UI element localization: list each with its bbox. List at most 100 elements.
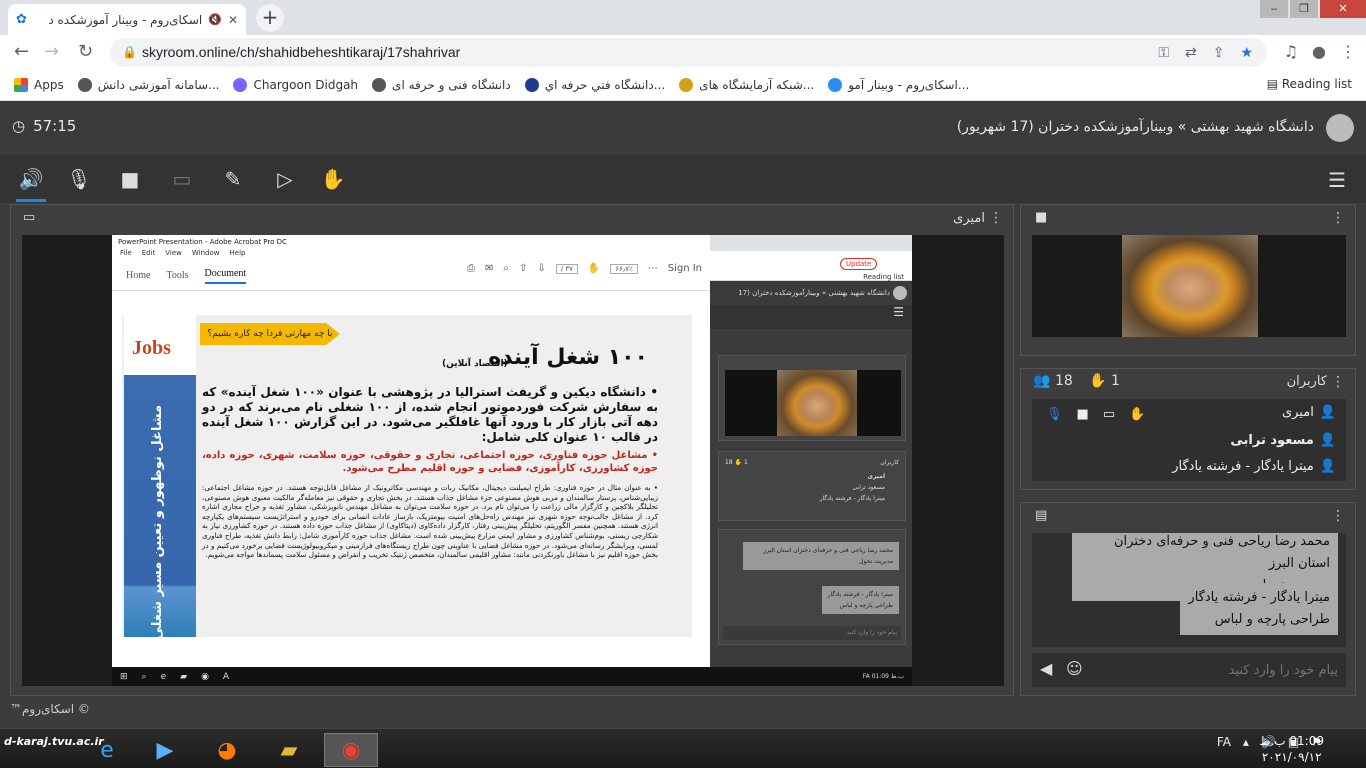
browser-toolbar: ← → ↻ 🔒 skyroom.online/ch/shahidbeheshti… bbox=[0, 35, 1366, 69]
bookmark-item[interactable]: Chargoon Didgah bbox=[233, 77, 358, 92]
browser-tab-strip: ✿ اسکای‌روم - وبینار آموزشکده د 🔇 ✕ + ‒ … bbox=[0, 0, 1366, 35]
user-icon: 👤 bbox=[1319, 433, 1336, 448]
microphone-muted-icon[interactable]: 🎙 bbox=[66, 167, 92, 191]
forward-arrow-icon[interactable]: → bbox=[44, 41, 59, 62]
skyroom-favicon-icon: ✿ bbox=[16, 11, 27, 27]
presenter-chat-box: محمد رضا ریاحی فنی و حرفه‌ای دختران استا… bbox=[718, 529, 906, 645]
presenter-menu-icon: ☰ bbox=[710, 305, 912, 329]
lab-network-icon bbox=[679, 77, 694, 92]
user-row[interactable]: 👤 مسعود ترابی bbox=[1230, 433, 1336, 448]
presenter-video bbox=[725, 370, 901, 436]
bookmark-item[interactable]: دانشگاه فني حرفه اي... bbox=[524, 77, 665, 92]
minimize-window-button[interactable]: ‒ bbox=[1260, 0, 1288, 18]
address-bar[interactable]: 🔒 skyroom.online/ch/shahidbeheshtikaraj/… bbox=[110, 38, 1267, 67]
pen-icon[interactable]: ✎ bbox=[220, 167, 246, 191]
bookmark-item[interactable]: سامانه آموزشی دانش... bbox=[77, 77, 219, 92]
slide-title: ۱۰۰ شغل آینده bbox=[488, 345, 648, 370]
ie-icon[interactable]: e bbox=[80, 733, 134, 767]
app-header: ◷ 57:15 دانشگاه شهید بهشتی » وبینارآموزش… bbox=[0, 101, 1366, 155]
users-panel: 👥 18 ✋ 1 کاربران ⋮ 👤 امیری 🎙 ■ ▭ ✋ 👤 مسع… bbox=[1020, 368, 1356, 490]
user-icon: 👤 bbox=[1319, 405, 1336, 420]
taskbar-clock[interactable]: 01:09 ب.ظ ۲۰۲۱/۰۹/۱۲ bbox=[1259, 733, 1324, 765]
show-hidden-icons-icon[interactable]: ▴ bbox=[1243, 735, 1249, 749]
bookmark-item[interactable]: اسکای‌روم - وبینار آمو... bbox=[828, 77, 969, 92]
camera-icon[interactable]: ■ bbox=[1077, 407, 1089, 422]
user-row[interactable]: 👤 میترا یادگار - فرشته یادگار bbox=[1172, 459, 1336, 474]
new-tab-button[interactable]: + bbox=[256, 4, 284, 32]
screen-share-panel: ▭ امیری ⋮ PowerPoint Presentation - Adob… bbox=[10, 204, 1014, 696]
chat-icon: ▤ bbox=[1035, 508, 1048, 523]
presenter-video-box bbox=[718, 355, 906, 441]
send-icon[interactable]: ◀ bbox=[1040, 659, 1052, 678]
raise-hand-icon[interactable]: ✋ bbox=[320, 167, 346, 191]
share-options-icon[interactable]: ⋮ bbox=[989, 210, 1003, 226]
emoji-icon[interactable]: ☺ bbox=[1066, 659, 1083, 678]
presenter-users-box: کاربران 1 ✋ 18 امیری مسعود ترابی میترا ی… bbox=[718, 451, 906, 521]
profile-avatar-icon[interactable]: ● bbox=[1312, 42, 1326, 61]
guest-user-icon: 👤 bbox=[1319, 459, 1336, 474]
omnibox-actions: ⚿ ⇄ ⇪ ★ bbox=[1158, 38, 1253, 67]
close-tab-icon[interactable]: ✕ bbox=[228, 13, 238, 27]
update-badge: Update bbox=[840, 258, 878, 270]
lock-icon[interactable]: 🔒 bbox=[122, 38, 137, 67]
firefox-icon[interactable]: ◕ bbox=[200, 733, 254, 767]
acrobat-toolbar: ⎙ ✉ ⌕ ⇧ ⇩ / ۳۷ ✋ ۶۶٫۷٪ ⋯ Sign In bbox=[467, 263, 702, 274]
reload-icon[interactable]: ↻ bbox=[78, 41, 93, 62]
chrome-menu-icon[interactable]: ⋮ bbox=[1340, 42, 1356, 61]
chat-options-icon[interactable]: ⋮ bbox=[1331, 508, 1345, 524]
windows-taskbar: d-karaj.tvu.ac.ir e ▶ ◕ ▰ ◉ FA ▴ 🔊 ▣ ⚑ 0… bbox=[0, 728, 1366, 768]
folder-icon: ▰ bbox=[180, 671, 188, 682]
slide-vertical-title: مشاغل نوظهور و تعیین مسیر شغلی bbox=[150, 405, 165, 637]
microphone-icon[interactable]: 🎙 bbox=[1046, 407, 1063, 422]
user-row[interactable]: 👤 امیری bbox=[1282, 405, 1336, 420]
screen-share-icon[interactable]: ▭ bbox=[169, 167, 195, 191]
chat-input[interactable] bbox=[1086, 658, 1338, 682]
chargoon-icon bbox=[233, 77, 248, 92]
screen-share-icon[interactable]: ▭ bbox=[1103, 407, 1115, 422]
presenter-address-bar: Update Reading list bbox=[710, 251, 912, 281]
acrobat-icon: A bbox=[222, 671, 230, 682]
restore-window-button[interactable]: ❐ bbox=[1290, 0, 1318, 18]
media-control-icon[interactable]: ♫ bbox=[1284, 42, 1298, 61]
user-controls: 🎙 ■ ▭ ✋ bbox=[1046, 407, 1145, 422]
back-arrow-icon[interactable]: ← bbox=[14, 41, 29, 62]
brand-footer: ™اسکای‌روم © bbox=[10, 702, 90, 716]
speaker-icon[interactable]: 🔊 bbox=[18, 167, 44, 191]
translate-icon[interactable]: ⇄ bbox=[1185, 38, 1197, 67]
active-tool-indicator bbox=[16, 199, 46, 202]
reading-list-button[interactable]: ▤ Reading list bbox=[1267, 77, 1352, 91]
menu-edit: Edit bbox=[141, 249, 156, 257]
bookmark-star-icon[interactable]: ★ bbox=[1240, 38, 1253, 67]
chat-message: محمد رضا ریاحی فنی و حرفه‌ای دختران استا… bbox=[743, 542, 899, 570]
key-icon[interactable]: ⚿ bbox=[1158, 38, 1169, 67]
share-panel-header: ▭ امیری ⋮ bbox=[11, 205, 1013, 233]
university-logo-icon bbox=[524, 77, 539, 92]
user-avatar[interactable] bbox=[1326, 114, 1354, 142]
page-up-icon: ⇧ bbox=[519, 263, 528, 274]
webcam-options-icon[interactable]: ⋮ bbox=[1331, 210, 1345, 226]
pdf-slide: Jobs مشاغل نوظهور و تعیین مسیر شغلی با چ… bbox=[122, 315, 692, 637]
bookmark-item[interactable]: شبکه آزمایشگاه های... bbox=[679, 77, 814, 92]
users-options-icon[interactable]: ⋮ bbox=[1331, 374, 1345, 390]
slide-subtitle: (اقتصاد آنلاین) bbox=[442, 359, 508, 369]
chrome-icon[interactable]: ◉ bbox=[324, 733, 378, 767]
mail-icon: ✉ bbox=[485, 263, 494, 274]
speaker-mute-icon[interactable]: 🔇 bbox=[208, 13, 222, 26]
apps-grid-icon bbox=[14, 77, 28, 92]
webcam-panel-header: ■ ⋮ bbox=[1021, 205, 1355, 233]
file-explorer-icon[interactable]: ▰ bbox=[262, 733, 316, 767]
room-title: دانشگاه شهید بهشتی » وبینارآموزشکده دختر… bbox=[956, 119, 1314, 135]
browser-tab[interactable]: ✿ اسکای‌روم - وبینار آموزشکده د 🔇 ✕ bbox=[8, 4, 246, 35]
camera-icon[interactable]: ■ bbox=[117, 167, 143, 191]
acrobat-menu: File Edit View Window Help bbox=[112, 249, 710, 261]
language-indicator[interactable]: FA bbox=[1217, 735, 1231, 749]
bookmark-apps[interactable]: Apps bbox=[14, 77, 64, 92]
media-player-icon[interactable]: ▶ bbox=[138, 733, 192, 767]
presentation-icon[interactable]: ▷ bbox=[272, 167, 298, 191]
close-window-button[interactable]: ✕ bbox=[1320, 0, 1366, 18]
share-icon[interactable]: ⇪ bbox=[1213, 38, 1225, 67]
bookmark-item[interactable]: دانشگاه فنی و حرفه ای bbox=[372, 77, 511, 92]
raise-hand-icon[interactable]: ✋ bbox=[1129, 407, 1145, 422]
presenter-taskbar: ⊞ ⌕ e ▰ ◉ A FA 01:09 ب.ظ bbox=[112, 667, 912, 686]
menu-icon[interactable]: ☰ bbox=[1328, 168, 1346, 192]
